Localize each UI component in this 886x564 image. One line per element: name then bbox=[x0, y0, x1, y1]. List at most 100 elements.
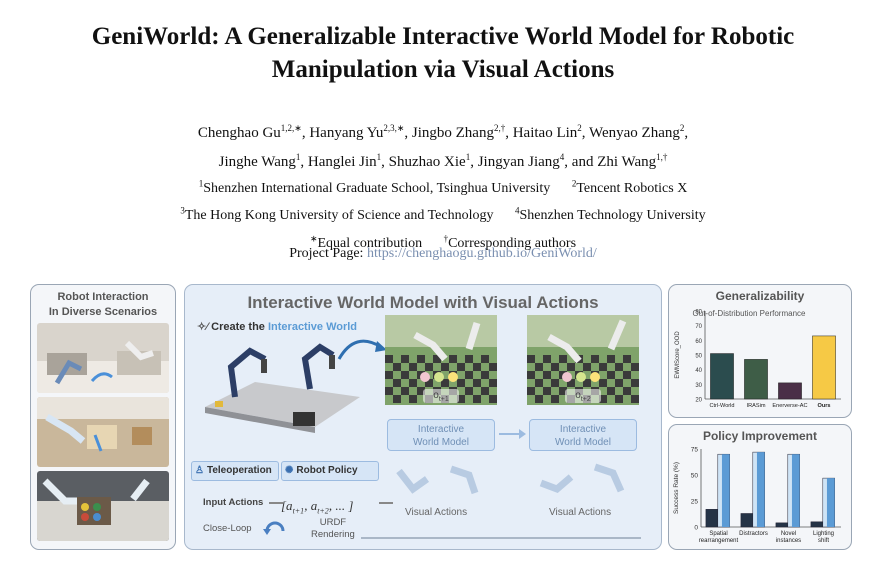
y-axis-label: EWMScore_OOD bbox=[675, 331, 681, 379]
y-tick-label: 20 bbox=[695, 398, 702, 404]
affil-3: The Hong Kong University of Science and … bbox=[184, 208, 494, 224]
author-affil-mark: 2,† bbox=[493, 123, 506, 133]
bar bbox=[778, 382, 802, 400]
x-tick-label: IRASim bbox=[747, 403, 766, 409]
y-tick-label: 70 bbox=[695, 324, 702, 330]
author-separator: , bbox=[404, 125, 412, 141]
x-tick-label: Novel bbox=[781, 531, 796, 537]
scene-image-1 bbox=[37, 323, 169, 393]
author-name: Jinghe Wang bbox=[218, 154, 296, 170]
magic-wand-icon: ✧⁄ bbox=[197, 321, 209, 333]
title-line-1: GeniWorld: A Generalizable Interactive W… bbox=[91, 23, 795, 50]
urdf-line2: Rendering bbox=[311, 529, 355, 540]
bar-shade bbox=[826, 478, 835, 527]
x-tick-label: Enerverse-AC bbox=[772, 403, 807, 409]
author-affil-mark: 2,3,∗ bbox=[383, 123, 405, 133]
x-tick-label: Lighting bbox=[813, 531, 834, 537]
create-label: Create the bbox=[211, 321, 268, 333]
y-tick-label: 60 bbox=[695, 339, 702, 345]
author-name: Shuzhao Xie bbox=[388, 154, 466, 170]
visual-actions-label-2: Visual Actions bbox=[549, 507, 612, 518]
equal-mark: ∗ bbox=[309, 233, 318, 244]
author-affil-mark: 1,† bbox=[656, 152, 668, 162]
create-highlight: Interactive World bbox=[267, 321, 358, 333]
model1-line1: Interactive bbox=[417, 424, 465, 435]
render-feedback-line bbox=[361, 537, 641, 539]
author-separator: , bbox=[381, 154, 389, 170]
author-list: Chenghao Gu1,2,∗, Hanyang Yu2,3,∗, Jingb… bbox=[0, 116, 886, 174]
generalizability-panel: Generalizability 20 30 40 50 60 70 80 EWMScore_… bbox=[668, 284, 852, 418]
x-tick-label: Ctrl-World bbox=[709, 403, 734, 409]
frame2-sub: t+2 bbox=[580, 396, 591, 403]
frame-label-2: ot+2 bbox=[565, 389, 601, 403]
left-title-line-2: In Diverse Scenarios bbox=[48, 306, 158, 318]
actions-mid: , a bbox=[304, 498, 318, 513]
y-tick-label: 0 bbox=[694, 525, 698, 532]
author-name: Jingbo Zhang bbox=[411, 125, 494, 141]
bar bbox=[705, 509, 719, 528]
author-affil-mark: 1,2,∗ bbox=[280, 123, 302, 133]
scene-image-2 bbox=[37, 397, 169, 467]
visual-actions-label-1: Visual Actions bbox=[405, 507, 468, 518]
title-line-2: Manipulation via Visual Actions bbox=[271, 56, 615, 83]
x-tick-label: Ours bbox=[817, 403, 830, 409]
visual-action-arms-2 bbox=[539, 463, 625, 494]
bar bbox=[710, 353, 734, 400]
teleoperation-chip: ♙ Teleoperation bbox=[191, 461, 279, 481]
x-tick-label: Spatial bbox=[709, 531, 727, 537]
middle-panel-title: Interactive World Model with Visual Acti… bbox=[247, 293, 599, 312]
visual-action-arms-1 bbox=[396, 465, 479, 495]
author-separator: , and bbox=[564, 154, 598, 170]
frame1-sub: t+1 bbox=[438, 396, 449, 403]
x-tick-label: Distractors bbox=[739, 531, 768, 537]
left-panel-title: Robot Interaction In Diverse Scenarios bbox=[31, 290, 175, 320]
bar-shade bbox=[791, 454, 800, 527]
author-name: Hanyang Yu bbox=[309, 125, 384, 141]
urdf-rendering-label: URDF Rendering bbox=[311, 517, 355, 541]
project-label: Project Page: bbox=[289, 246, 367, 261]
loop-icon bbox=[263, 521, 285, 535]
author-separator: , bbox=[300, 154, 308, 170]
bar bbox=[812, 335, 836, 400]
curved-arrow-icon bbox=[337, 339, 387, 360]
bar bbox=[740, 513, 754, 528]
project-link[interactable]: https://chenghaogu.github.io/GeniWorld/ bbox=[367, 246, 597, 261]
left-title-line-1: Robot Interaction bbox=[57, 291, 149, 303]
author-separator: , bbox=[470, 154, 478, 170]
affil-1: Shenzhen International Graduate School, … bbox=[203, 180, 551, 196]
robot-policy-chip: ✺ Robot Policy bbox=[281, 461, 379, 481]
affiliations: 1Shenzhen International Graduate School,… bbox=[0, 172, 886, 255]
paper-title: GeniWorld: A Generalizable Interactive W… bbox=[0, 20, 886, 86]
create-world-caption: ✧⁄ Create the Interactive World bbox=[197, 320, 357, 333]
urdf-line1: URDF bbox=[319, 517, 347, 528]
bar bbox=[775, 522, 789, 528]
y-tick-label: 50 bbox=[691, 473, 699, 480]
actions-sub-1: t+1 bbox=[292, 506, 305, 516]
action-sequence: [at+1, at+2, ... ] bbox=[281, 498, 353, 516]
bar bbox=[810, 521, 824, 528]
affil-4: Shenzhen Technology University bbox=[519, 208, 706, 224]
generalizability-chart: 20304050607080EWMScore_OODOut-of-Distrib… bbox=[675, 309, 841, 409]
y-tick-label: 40 bbox=[695, 368, 702, 374]
y-tick-label: 75 bbox=[691, 447, 699, 454]
close-loop-label: Close-Loop bbox=[203, 523, 252, 534]
policy-label: Robot Policy bbox=[296, 465, 358, 476]
teleop-label: Teleoperation bbox=[206, 465, 272, 476]
policy-improvement-panel: Policy Improvement 0 25 50 75 Success Rate (… bbox=[668, 424, 852, 550]
world-model-box-1: Interactive World Model bbox=[387, 419, 495, 451]
subtitle-line-1: Out-of-Distribution Performance bbox=[693, 309, 806, 318]
x-tick-label: instances bbox=[776, 538, 801, 544]
person-icon: ♙ bbox=[195, 465, 204, 476]
author-separator: , bbox=[505, 125, 513, 141]
y-tick-label: 50 bbox=[695, 354, 702, 360]
y-tick-label: 30 bbox=[695, 383, 702, 389]
x-tick-label: shift bbox=[818, 538, 829, 544]
model1-line2: World Model bbox=[413, 437, 469, 448]
actions-sub-2: t+2 bbox=[317, 506, 329, 516]
author-name: Hanglei Jin bbox=[307, 154, 377, 170]
author-name: Zhi Wang bbox=[597, 154, 657, 170]
robot-interaction-panel: Robot Interaction In Diverse Scenarios bbox=[30, 284, 176, 550]
actions-open: [a bbox=[281, 498, 293, 513]
model2-line1: Interactive bbox=[559, 424, 607, 435]
y-axis-label: Success Rate (%) bbox=[673, 462, 680, 514]
